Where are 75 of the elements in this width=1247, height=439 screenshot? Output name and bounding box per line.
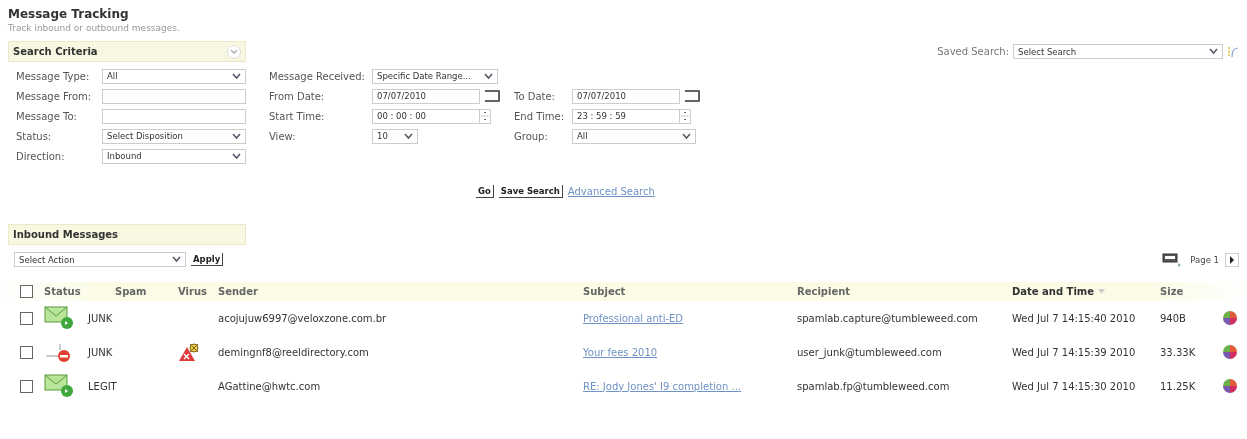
recipient-email: spamlab.capture@tumbleweed.com — [797, 312, 978, 324]
sender-email: demingnf8@reeldirectory.com — [218, 346, 369, 358]
field-label: To Date: — [514, 90, 556, 102]
input-field[interactable] — [102, 108, 246, 124]
recipient-email: spamlab.fp@tumbleweed.com — [797, 380, 950, 392]
date-field[interactable]: 07/07/2010 — [572, 88, 680, 104]
chevron-down-icon — [232, 132, 241, 140]
date-time: Wed Jul 7 14:15:39 2010 — [1012, 346, 1136, 358]
section-title: Inbound Messages — [13, 229, 119, 240]
message-size: 940B — [1160, 312, 1186, 324]
input-field[interactable] — [102, 88, 246, 104]
sender-email: AGattine@hwtc.com — [218, 380, 321, 392]
field-label: Status: — [16, 130, 53, 142]
spam-verdict: JUNK — [88, 346, 113, 358]
triangle-right-icon — [1229, 255, 1235, 264]
message-size: 11.25K — [1160, 380, 1196, 392]
date-time: Wed Jul 7 14:15:40 2010 — [1012, 312, 1136, 324]
message-size: 33.33K — [1160, 346, 1196, 358]
pie-chart-icon[interactable] — [1222, 310, 1238, 326]
column-header[interactable]: Recipient — [797, 286, 851, 297]
column-header[interactable]: Virus — [178, 286, 207, 297]
dropdown[interactable]: Specific Date Range... — [372, 68, 498, 84]
dropdown[interactable]: 10 — [372, 128, 418, 144]
spam-verdict: LEGIT — [88, 380, 117, 392]
row-checkbox[interactable] — [20, 379, 33, 393]
page-title: Message Tracking — [8, 7, 130, 21]
recipient-email: user_junk@tumbleweed.com — [797, 346, 942, 358]
dropdown[interactable]: All — [102, 68, 246, 84]
dropdown[interactable]: All — [572, 128, 696, 144]
next-page-button[interactable] — [1225, 252, 1239, 267]
field-label: From Date: — [269, 90, 326, 102]
column-header[interactable]: Date and Time — [1012, 286, 1095, 297]
chevron-down-icon — [484, 72, 493, 80]
apply-button[interactable]: Apply — [191, 253, 224, 266]
page-indicator: Page 1 — [1190, 254, 1219, 265]
row-checkbox[interactable] — [20, 311, 33, 325]
dropdown[interactable]: Inbound — [102, 148, 246, 164]
field-label: End Time: — [514, 110, 566, 122]
pie-chart-icon[interactable] — [1222, 378, 1238, 394]
sender-email: acojujuw6997@veloxzone.com.br — [218, 312, 387, 324]
field-label: Message To: — [16, 110, 78, 122]
chevron-down-icon — [232, 152, 241, 160]
column-header[interactable]: Spam — [115, 286, 147, 297]
select-all-checkbox[interactable] — [20, 285, 33, 298]
date-time: Wed Jul 7 14:15:30 2010 — [1012, 380, 1136, 392]
pie-chart-icon[interactable] — [1222, 344, 1238, 360]
time-field[interactable]: 23 : 59 : 59 — [572, 108, 680, 124]
field-label: Start Time: — [269, 110, 326, 122]
dropdown[interactable]: Select Disposition — [102, 128, 246, 144]
field-label: Message Type: — [16, 70, 91, 82]
chevron-down-icon — [232, 72, 241, 80]
section-title: Search Criteria — [13, 46, 98, 57]
column-header[interactable]: Status — [44, 286, 81, 297]
column-header[interactable]: Size — [1160, 286, 1184, 297]
page-subtitle: Track inbound or outbound messages. — [8, 23, 181, 33]
row-checkbox[interactable] — [20, 345, 33, 359]
date-field[interactable]: 07/07/2010 — [372, 88, 480, 104]
field-label: Group: — [514, 130, 549, 142]
spam-verdict: JUNK — [88, 312, 113, 324]
field-label: Message From: — [16, 90, 93, 102]
field-label: Direction: — [16, 150, 66, 162]
chevron-down-icon — [172, 256, 181, 263]
saved-search-select[interactable]: Select Search — [1013, 44, 1223, 59]
field-label: Saved Search: — [937, 46, 1009, 57]
chevron-down-icon — [404, 132, 413, 140]
search-button[interactable]: Save Search — [498, 185, 563, 198]
time-field[interactable]: 00 : 00 : 00 — [372, 108, 480, 124]
search-button[interactable]: Go — [476, 185, 494, 198]
chevron-down-icon — [682, 132, 691, 140]
action-select[interactable]: Select Action — [14, 252, 186, 267]
column-header[interactable]: Subject — [583, 286, 626, 297]
field-label: Message Received: — [269, 70, 366, 82]
field-label: View: — [269, 130, 297, 142]
chevron-down-icon — [1209, 48, 1218, 55]
column-header[interactable]: Sender — [218, 286, 258, 297]
